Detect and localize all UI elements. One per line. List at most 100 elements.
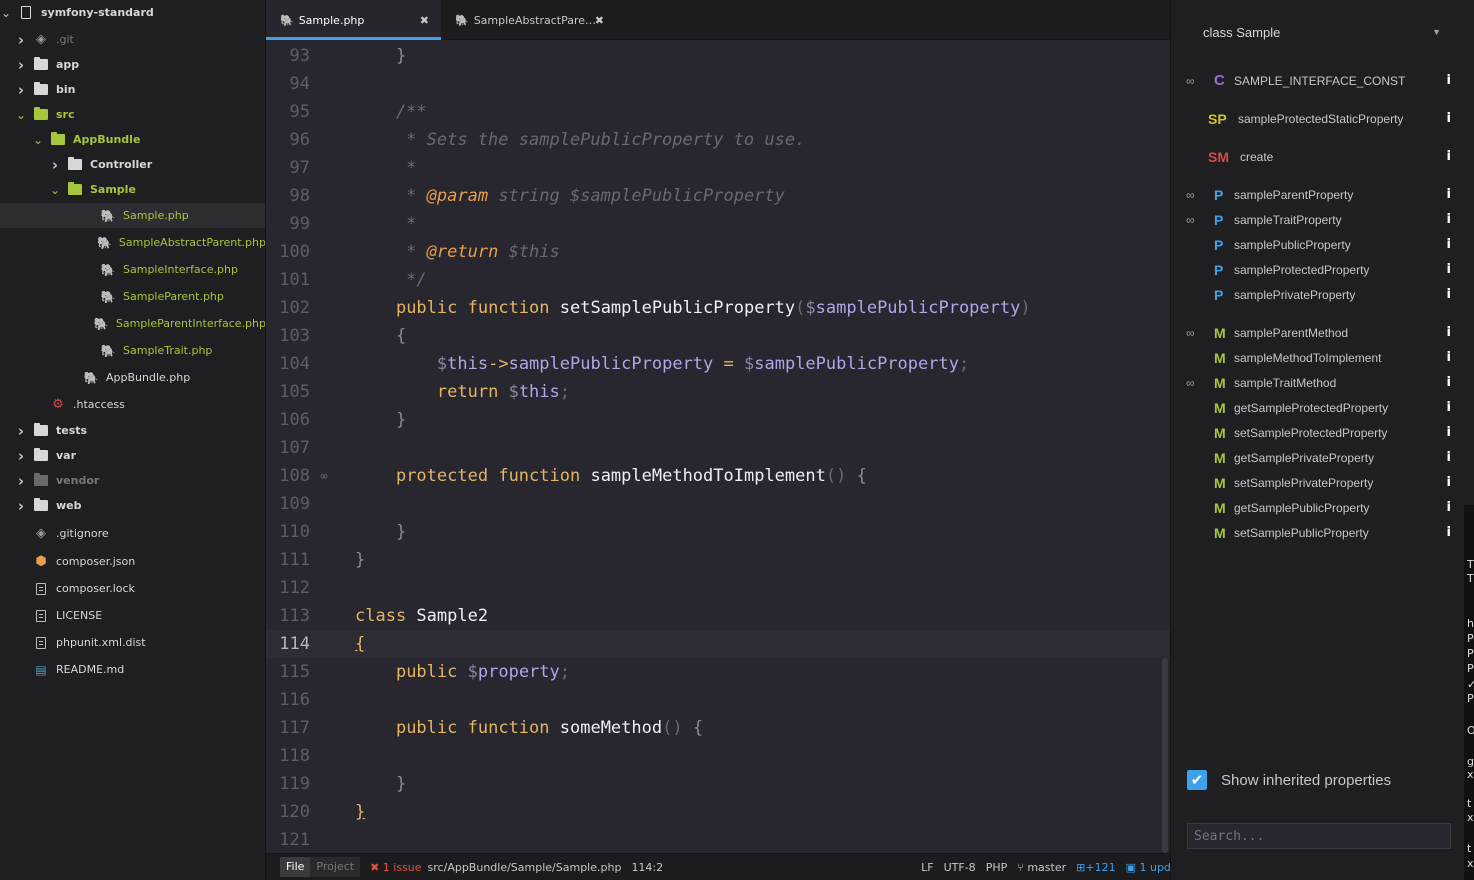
info-icon[interactable]: i xyxy=(1447,350,1451,365)
chevron-right-icon[interactable]: › xyxy=(15,497,27,515)
outline-search-input[interactable] xyxy=(1187,823,1451,849)
tree-item[interactable]: ⌄ Sample xyxy=(0,177,265,202)
code-line[interactable]: 96 * Sets the samplePublicProperty to us… xyxy=(266,126,1170,154)
code-line[interactable]: 106 } xyxy=(266,406,1170,434)
outline-item[interactable]: MgetSamplePrivateProperty i xyxy=(1171,445,1465,470)
info-icon[interactable]: i xyxy=(1447,500,1451,515)
tab-sample-php[interactable]: 🐘 Sample.php ✖ xyxy=(266,0,441,40)
info-icon[interactable]: i xyxy=(1447,450,1451,465)
close-icon[interactable]: ✖ xyxy=(595,14,604,27)
outline-item[interactable]: ∞ PsampleParentProperty i xyxy=(1171,182,1465,207)
code-editor[interactable]: 93 } 94 95 /** 96 * Sets the samplePublicPr… xyxy=(266,40,1170,853)
code-line[interactable]: 105 return $this; xyxy=(266,378,1170,406)
info-icon[interactable]: i xyxy=(1447,187,1451,202)
tree-item[interactable]: 🐘 SampleInterface.php xyxy=(0,257,265,282)
code-line[interactable]: 97 * xyxy=(266,154,1170,182)
code-line[interactable]: 94 xyxy=(266,70,1170,98)
close-icon[interactable]: ✖ xyxy=(420,14,429,27)
grammar[interactable]: PHP xyxy=(986,861,1008,874)
outline-item[interactable]: SP sampleProtectedStaticProperty i xyxy=(1171,106,1465,131)
tree-item[interactable]: ⌄ src xyxy=(0,102,265,127)
info-icon[interactable]: i xyxy=(1447,111,1451,126)
code-line[interactable]: 95 /** xyxy=(266,98,1170,126)
tree-item[interactable]: › vendor xyxy=(0,468,265,493)
info-icon[interactable]: i xyxy=(1447,237,1451,252)
tree-item[interactable]: › web xyxy=(0,493,265,518)
code-line[interactable]: 109 xyxy=(266,490,1170,518)
file-path[interactable]: src/AppBundle/Sample/Sample.php xyxy=(428,861,622,874)
outline-item[interactable]: MsetSamplePublicProperty i xyxy=(1171,520,1465,545)
code-line[interactable]: 104 $this->samplePublicProperty = $sampl… xyxy=(266,350,1170,378)
git-diff[interactable]: ⊞+121 xyxy=(1076,861,1115,874)
tree-item[interactable]: composer.lock xyxy=(0,576,265,601)
code-line[interactable]: 110 } xyxy=(266,518,1170,546)
tree-item[interactable]: ▤ README.md xyxy=(0,657,265,682)
tree-root[interactable]: ⌄ symfony-standard xyxy=(0,0,265,25)
tab-sample-abstract-parent[interactable]: 🐘 SampleAbstractPare… ✖ xyxy=(441,0,616,40)
outline-item[interactable]: ∞ PsampleTraitProperty i xyxy=(1171,207,1465,232)
chevron-right-icon[interactable]: › xyxy=(15,56,27,74)
code-line[interactable]: 120} xyxy=(266,798,1170,826)
link-icon[interactable]: ∞ xyxy=(316,462,332,490)
outline-item[interactable]: MsetSampleProtectedProperty i xyxy=(1171,420,1465,445)
chevron-right-icon[interactable]: › xyxy=(15,422,27,440)
tree-item[interactable]: › var xyxy=(0,443,265,468)
encoding[interactable]: UTF-8 xyxy=(944,861,976,874)
tree-item[interactable]: ⌄ AppBundle xyxy=(0,127,265,152)
show-inherited-toggle[interactable]: ✔ Show inherited properties xyxy=(1187,770,1391,790)
class-select[interactable]: class Sample ▼ xyxy=(1191,18,1447,46)
chevron-down-icon[interactable]: ⌄ xyxy=(0,6,12,20)
code-line[interactable]: 114 { xyxy=(266,630,1170,658)
code-line[interactable]: 118 xyxy=(266,742,1170,770)
checkbox-checked-icon[interactable]: ✔ xyxy=(1187,770,1207,790)
code-line[interactable]: 98 * @param string $samplePublicProperty xyxy=(266,182,1170,210)
code-line[interactable]: 111} xyxy=(266,546,1170,574)
tree-item[interactable]: LICENSE xyxy=(0,603,265,628)
code-line[interactable]: 102 public function setSamplePublicPrope… xyxy=(266,294,1170,322)
code-line[interactable]: 115 public $property; xyxy=(266,658,1170,686)
chevron-down-icon[interactable]: ⌄ xyxy=(49,183,61,197)
cursor-position[interactable]: 114:2 xyxy=(631,861,663,874)
chevron-right-icon[interactable]: › xyxy=(15,472,27,490)
tree-item[interactable]: 🐘 AppBundle.php xyxy=(0,365,265,390)
outline-item[interactable]: ∞ MsampleTraitMethod i xyxy=(1171,370,1465,395)
code-line[interactable]: 99 * xyxy=(266,210,1170,238)
tree-item[interactable]: 🐘 SampleAbstractParent.php xyxy=(0,230,265,255)
chevron-down-icon[interactable]: ⌄ xyxy=(15,108,27,122)
tree-item[interactable]: › tests xyxy=(0,418,265,443)
outline-item[interactable]: MsetSamplePrivateProperty i xyxy=(1171,470,1465,495)
code-line[interactable]: 121 xyxy=(266,826,1170,853)
outline-item[interactable]: ∞ MsampleParentMethod i xyxy=(1171,320,1465,345)
outline-item[interactable]: SM create i xyxy=(1171,144,1465,169)
chevron-right-icon[interactable]: › xyxy=(49,156,61,174)
tree-item[interactable]: › Controller xyxy=(0,152,265,177)
outline-item[interactable]: MgetSamplePublicProperty i xyxy=(1171,495,1465,520)
chevron-right-icon[interactable]: › xyxy=(15,81,27,99)
line-ending[interactable]: LF xyxy=(921,861,933,874)
chevron-down-icon[interactable]: ⌄ xyxy=(32,133,44,147)
info-icon[interactable]: i xyxy=(1447,262,1451,277)
info-icon[interactable]: i xyxy=(1447,375,1451,390)
outline-item[interactable]: PsampleProtectedProperty i xyxy=(1171,257,1465,282)
info-icon[interactable]: i xyxy=(1447,212,1451,227)
linter-project-button[interactable]: Project 1 xyxy=(310,857,361,877)
tree-item[interactable]: ⚙ .htaccess xyxy=(0,392,265,417)
code-line[interactable]: 103 { xyxy=(266,322,1170,350)
issues-indicator[interactable]: ✖ 1 issue xyxy=(370,861,421,874)
tree-item[interactable]: ⬢ composer.json xyxy=(0,549,265,574)
tree-item[interactable]: 🐘 SampleParent.php xyxy=(0,284,265,309)
code-line[interactable]: 100 * @return $this xyxy=(266,238,1170,266)
tree-item[interactable]: › app xyxy=(0,52,265,77)
tree-item[interactable]: 🐘 Sample.php xyxy=(0,203,265,228)
code-line[interactable]: 116 xyxy=(266,686,1170,714)
code-line[interactable]: 119 } xyxy=(266,770,1170,798)
outline-item[interactable]: ∞ C SAMPLE_INTERFACE_CONST i xyxy=(1171,68,1465,93)
info-icon[interactable]: i xyxy=(1447,325,1451,340)
tree-item[interactable]: phpunit.xml.dist xyxy=(0,630,265,655)
tree-item[interactable]: ◈ .gitignore xyxy=(0,521,265,546)
chevron-right-icon[interactable]: › xyxy=(15,447,27,465)
git-branch[interactable]: ⑂ master xyxy=(1017,861,1066,874)
info-icon[interactable]: i xyxy=(1447,400,1451,415)
vertical-scrollbar[interactable] xyxy=(1162,658,1168,853)
outline-item[interactable]: PsamplePrivateProperty i xyxy=(1171,282,1465,307)
